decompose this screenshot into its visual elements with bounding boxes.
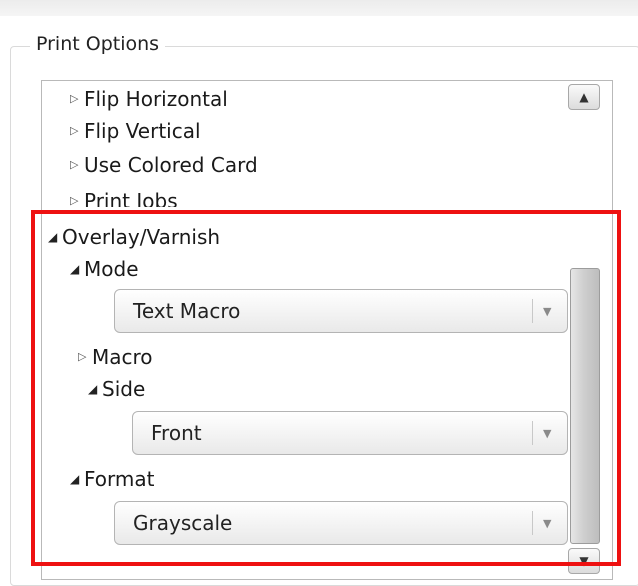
expand-arrow-icon[interactable]: ▷ (70, 189, 84, 207)
tree-item-label: Use Colored Card (84, 153, 258, 177)
tree-item-label: Flip Horizontal (84, 87, 228, 111)
expand-arrow-icon[interactable]: ▷ (70, 153, 84, 177)
tree-item-label: Macro (92, 345, 153, 369)
side-dropdown-value: Front (151, 421, 202, 445)
chevron-down-icon[interactable]: ▼ (543, 305, 567, 318)
expand-arrow-icon[interactable]: ▷ (70, 119, 84, 143)
format-dropdown-value: Grayscale (133, 511, 233, 535)
window-top-edge (0, 0, 638, 16)
expand-arrow-icon[interactable]: ▷ (70, 87, 84, 111)
dropdown-divider (532, 299, 533, 323)
tree-item-flip-horizontal[interactable]: ▷ Flip Horizontal (70, 87, 228, 111)
tree-item-print-jobs[interactable]: ▷ Print Jobs (70, 189, 178, 207)
tree-item-overlay-varnish[interactable]: ◢ Overlay/Varnish (48, 225, 220, 249)
scroll-down-arrow-icon[interactable]: ▼ (568, 548, 600, 574)
group-title: Print Options (30, 33, 166, 55)
scrollbar-thumb[interactable] (570, 268, 600, 544)
collapse-arrow-icon[interactable]: ◢ (70, 257, 84, 281)
options-tree[interactable]: ▷ Flip Horizontal ▷ Flip Vertical ▷ Use … (41, 80, 613, 580)
scroll-up-arrow-icon[interactable]: ▲ (568, 84, 600, 110)
chevron-down-icon[interactable]: ▼ (543, 517, 567, 530)
expand-arrow-icon[interactable]: ▷ (78, 345, 92, 369)
format-dropdown[interactable]: Grayscale ▼ (114, 501, 568, 545)
collapse-arrow-icon[interactable]: ◢ (88, 377, 102, 401)
tree-item-label: Overlay/Varnish (62, 225, 221, 249)
dropdown-divider (532, 421, 533, 445)
tree-item-format[interactable]: ◢ Format (70, 467, 154, 491)
tree-item-use-colored-card[interactable]: ▷ Use Colored Card (70, 153, 258, 177)
collapse-arrow-icon[interactable]: ◢ (70, 467, 84, 491)
vertical-scrollbar[interactable]: ▲ ▼ (568, 84, 604, 576)
side-dropdown[interactable]: Front ▼ (132, 411, 568, 455)
mode-dropdown-value: Text Macro (133, 299, 241, 323)
dropdown-divider (532, 511, 533, 535)
tree-item-label: Side (102, 377, 146, 401)
tree-item-label: Format (84, 467, 155, 491)
collapse-arrow-icon[interactable]: ◢ (48, 225, 62, 249)
chevron-down-icon[interactable]: ▼ (543, 427, 567, 440)
tree-item-mode[interactable]: ◢ Mode (70, 257, 139, 281)
tree-item-label: Flip Vertical (84, 119, 201, 143)
mode-dropdown[interactable]: Text Macro ▼ (114, 289, 568, 333)
tree-item-label: Mode (84, 257, 139, 281)
tree-item-flip-vertical[interactable]: ▷ Flip Vertical (70, 119, 201, 143)
tree-item-macro[interactable]: ▷ Macro (78, 345, 153, 369)
tree-item-side[interactable]: ◢ Side (88, 377, 145, 401)
tree-item-label: Print Jobs (84, 189, 178, 207)
